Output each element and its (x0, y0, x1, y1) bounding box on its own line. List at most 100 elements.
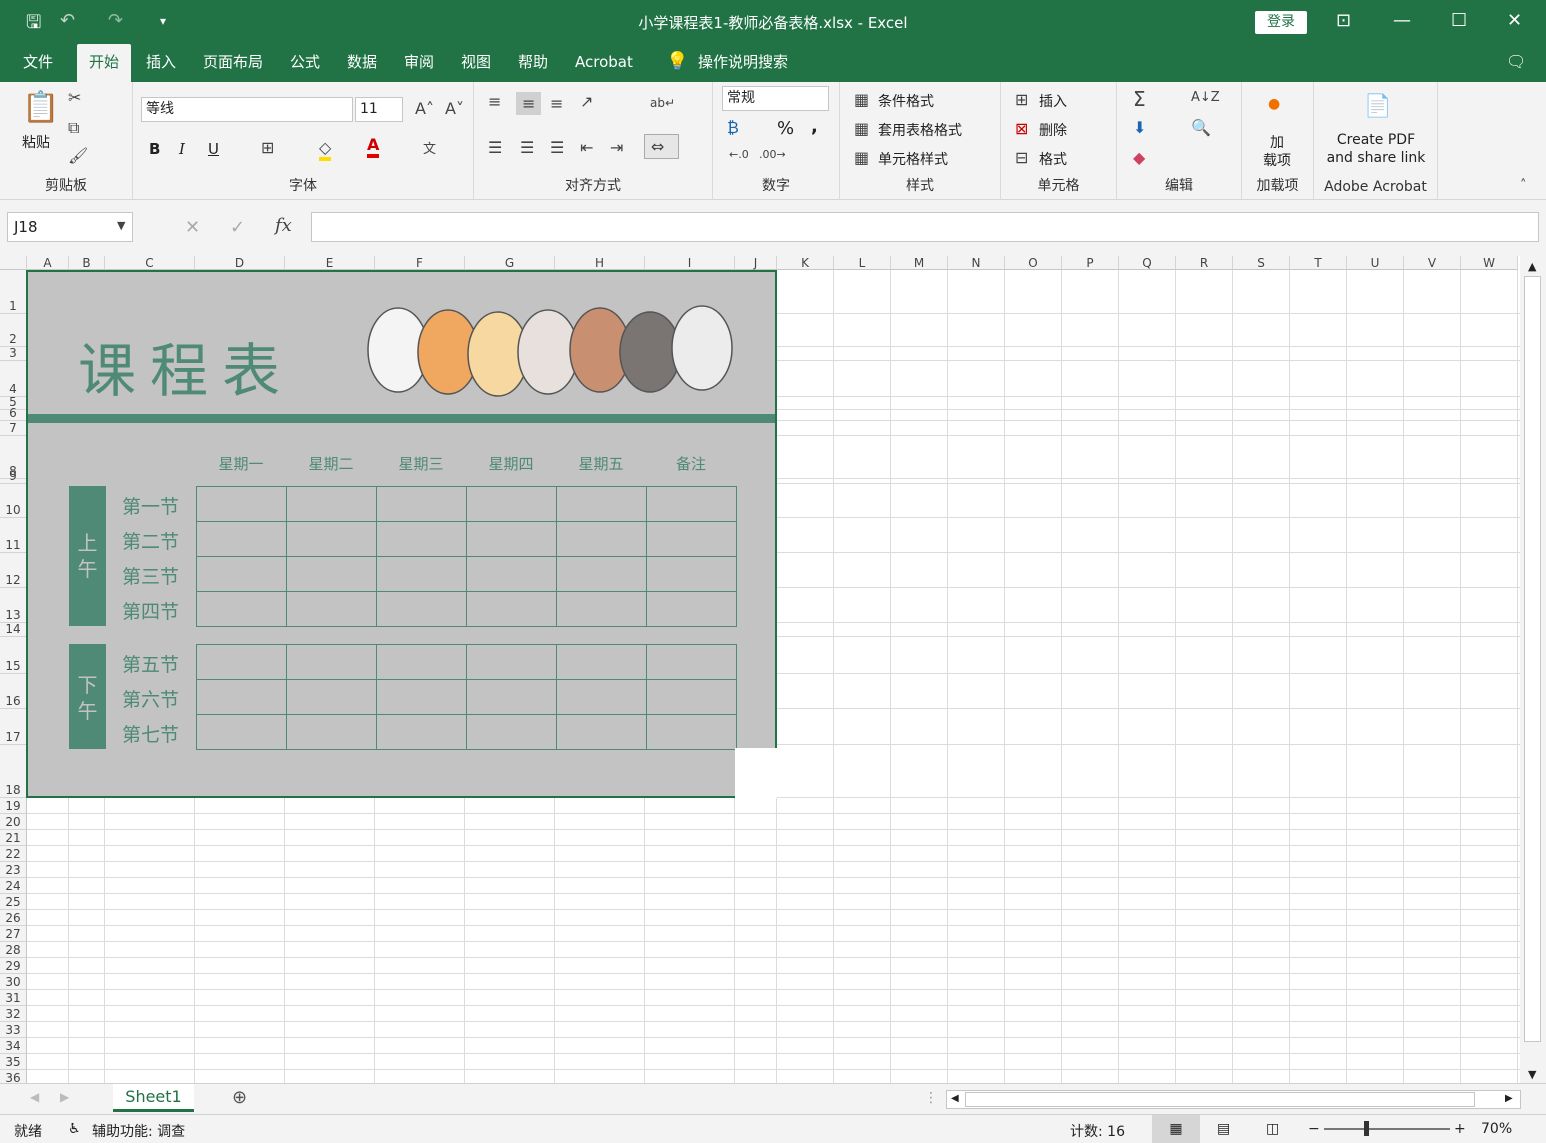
decrease-font-icon[interactable]: A˅ (445, 99, 464, 118)
italic-button[interactable]: I (179, 140, 185, 158)
selected-cell-j18[interactable] (735, 748, 777, 798)
row-header[interactable]: 28 (0, 942, 27, 958)
autosum-icon[interactable]: Σ (1133, 87, 1146, 111)
orientation-icon[interactable]: ↗ (580, 92, 593, 111)
fill-color-icon[interactable]: ◇ (319, 138, 332, 161)
align-middle-icon[interactable]: ≡ (516, 92, 542, 115)
column-header[interactable]: H (555, 256, 645, 270)
merge-center-icon[interactable]: ⇔ (644, 134, 680, 159)
schedule-cell[interactable] (646, 591, 737, 627)
column-header[interactable]: A (27, 256, 69, 270)
tab-view[interactable]: 视图 (461, 44, 491, 82)
schedule-cell[interactable] (286, 556, 377, 592)
schedule-cell[interactable] (646, 679, 737, 715)
accessibility-status[interactable]: 辅助功能: 调查 (92, 1121, 185, 1141)
column-header[interactable]: L (834, 256, 891, 270)
tell-me-search[interactable]: 操作说明搜索 (698, 44, 788, 82)
schedule-cell[interactable] (286, 714, 377, 750)
name-box[interactable]: J18 (7, 212, 133, 242)
create-pdf-line1[interactable]: Create PDF (1314, 132, 1438, 148)
column-header[interactable]: S (1233, 256, 1290, 270)
schedule-cell[interactable] (646, 486, 737, 522)
row-header[interactable]: 27 (0, 926, 27, 942)
select-all-corner[interactable] (0, 256, 27, 270)
schedule-cell[interactable] (556, 714, 647, 750)
addins-line1[interactable]: 加 (1270, 132, 1284, 152)
schedule-cell[interactable] (376, 591, 467, 627)
row-header[interactable]: 11 (0, 518, 27, 553)
align-bottom-icon[interactable]: ≡ (550, 94, 563, 113)
column-header[interactable]: M (891, 256, 948, 270)
tab-formulas[interactable]: 公式 (290, 44, 320, 82)
phonetic-icon[interactable]: 文 (423, 138, 436, 157)
schedule-cell[interactable] (556, 644, 647, 680)
font-size-select[interactable]: 11 (355, 97, 403, 122)
align-left-icon[interactable]: ☰ (488, 138, 502, 157)
row-header[interactable]: 18 (0, 745, 27, 798)
clear-icon[interactable]: ◆ (1133, 148, 1145, 167)
decrease-decimal-icon[interactable]: .00→ (759, 148, 786, 161)
schedule-cell[interactable] (556, 521, 647, 557)
row-header[interactable]: 30 (0, 974, 27, 990)
formula-input[interactable] (311, 212, 1539, 242)
row-header[interactable]: 2 (0, 314, 27, 347)
increase-indent-icon[interactable]: ⇥ (610, 138, 623, 157)
schedule-cell[interactable] (466, 591, 557, 627)
column-header[interactable]: Q (1119, 256, 1176, 270)
row-header[interactable]: 19 (0, 798, 27, 814)
schedule-cell[interactable] (286, 521, 377, 557)
next-sheet-icon[interactable]: ▶ (60, 1090, 69, 1104)
schedule-cell[interactable] (286, 591, 377, 627)
zoom-in-icon[interactable]: + (1454, 1121, 1466, 1137)
bold-button[interactable]: B (149, 140, 160, 158)
font-name-select[interactable]: 等线 (141, 97, 353, 122)
find-select-icon[interactable]: 🔍 (1191, 118, 1211, 137)
schedule-cell[interactable] (196, 486, 287, 522)
tab-review[interactable]: 审阅 (404, 44, 434, 82)
row-header[interactable]: 16 (0, 674, 27, 709)
row-header[interactable]: 15 (0, 637, 27, 674)
paste-button[interactable]: 粘贴 (22, 132, 50, 152)
column-header[interactable]: V (1404, 256, 1461, 270)
schedule-cell[interactable] (286, 679, 377, 715)
vertical-scroll-thumb[interactable] (1524, 276, 1541, 1042)
zoom-slider-thumb[interactable] (1364, 1121, 1369, 1136)
cut-icon[interactable]: ✂ (68, 88, 81, 107)
column-header[interactable]: R (1176, 256, 1233, 270)
close-icon[interactable]: ✕ (1507, 10, 1522, 31)
row-header[interactable]: 1 (0, 270, 27, 314)
row-header[interactable]: 3 (0, 347, 27, 361)
schedule-cell[interactable] (376, 714, 467, 750)
schedule-cell[interactable] (646, 644, 737, 680)
column-header[interactable]: D (195, 256, 285, 270)
borders-icon[interactable]: ⊞ (261, 138, 274, 157)
login-button[interactable]: 登录 (1255, 11, 1307, 34)
schedule-cell[interactable] (466, 679, 557, 715)
wrap-text-icon[interactable]: ab↵ (650, 96, 675, 110)
comma-button[interactable]: , (811, 116, 818, 137)
column-header[interactable]: G (465, 256, 555, 270)
delete-cells-button[interactable]: 删除 (1039, 120, 1067, 140)
addins-line2[interactable]: 载项 (1263, 150, 1291, 170)
vertical-scrollbar[interactable]: ▲ ▼ (1520, 256, 1546, 1083)
schedule-cell[interactable] (466, 556, 557, 592)
zoom-level[interactable]: 70% (1481, 1121, 1512, 1137)
increase-decimal-icon[interactable]: ←.0 (729, 148, 749, 161)
row-header[interactable]: 33 (0, 1022, 27, 1038)
scroll-down-icon[interactable]: ▼ (1528, 1068, 1536, 1081)
schedule-cell[interactable] (196, 521, 287, 557)
column-header[interactable]: F (375, 256, 465, 270)
column-header[interactable]: T (1290, 256, 1347, 270)
row-header[interactable]: 22 (0, 846, 27, 862)
row-header[interactable]: 10 (0, 484, 27, 518)
insert-function-button[interactable]: fx (275, 215, 292, 236)
row-header[interactable]: 14 (0, 623, 27, 637)
schedule-cell[interactable] (286, 486, 377, 522)
row-header[interactable]: 25 (0, 894, 27, 910)
schedule-cell[interactable] (556, 556, 647, 592)
prev-sheet-icon[interactable]: ◀ (30, 1090, 39, 1104)
format-cells-button[interactable]: 格式 (1039, 149, 1067, 169)
row-header[interactable]: 4 (0, 361, 27, 397)
schedule-cell[interactable] (286, 644, 377, 680)
column-header[interactable]: P (1062, 256, 1119, 270)
